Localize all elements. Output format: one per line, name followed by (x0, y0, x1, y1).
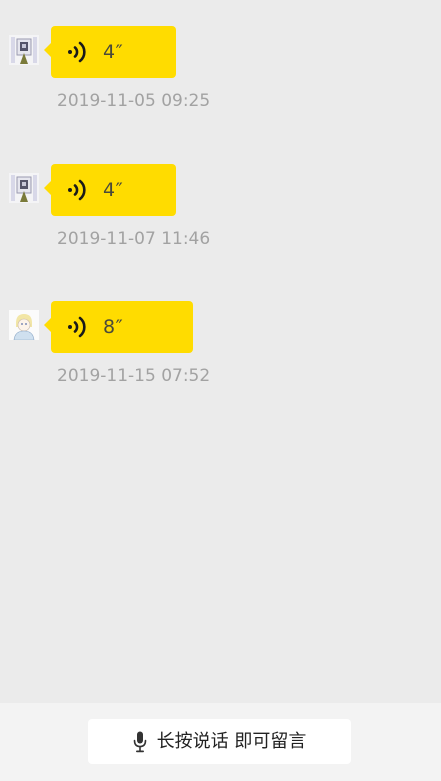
voice-duration: 4″ (103, 41, 124, 63)
voice-wave-icon (68, 316, 86, 338)
voice-message-page: 4″ 2019-11-05 09:25 4″ 2019-11-07 11:46 … (0, 0, 441, 781)
message-timestamp: 2019-11-15 07:52 (57, 366, 211, 386)
hold-to-talk-button[interactable]: 长按说话 即可留言 (88, 719, 351, 764)
voice-bubble[interactable]: 4″ (44, 164, 176, 216)
avatar-image (9, 35, 39, 65)
voice-duration: 8″ (103, 316, 124, 338)
message-list: 4″ 2019-11-05 09:25 4″ 2019-11-07 11:46 … (0, 0, 441, 703)
voice-bubble[interactable]: 4″ (44, 26, 176, 78)
voice-wave-icon (68, 41, 86, 63)
avatar[interactable] (9, 310, 39, 340)
voice-wave-icon (68, 179, 86, 201)
avatar-image (9, 173, 39, 203)
hold-to-talk-label: 长按说话 即可留言 (156, 730, 307, 752)
message-timestamp: 2019-11-05 09:25 (57, 91, 211, 111)
voice-duration: 4″ (103, 179, 124, 201)
footer-bar: 长按说话 即可留言 (0, 703, 441, 781)
message-timestamp: 2019-11-07 11:46 (57, 229, 211, 249)
avatar-image (9, 310, 39, 340)
avatar[interactable] (9, 173, 39, 203)
avatar[interactable] (9, 35, 39, 65)
microphone-icon (133, 731, 146, 752)
voice-bubble[interactable]: 8″ (44, 301, 193, 353)
